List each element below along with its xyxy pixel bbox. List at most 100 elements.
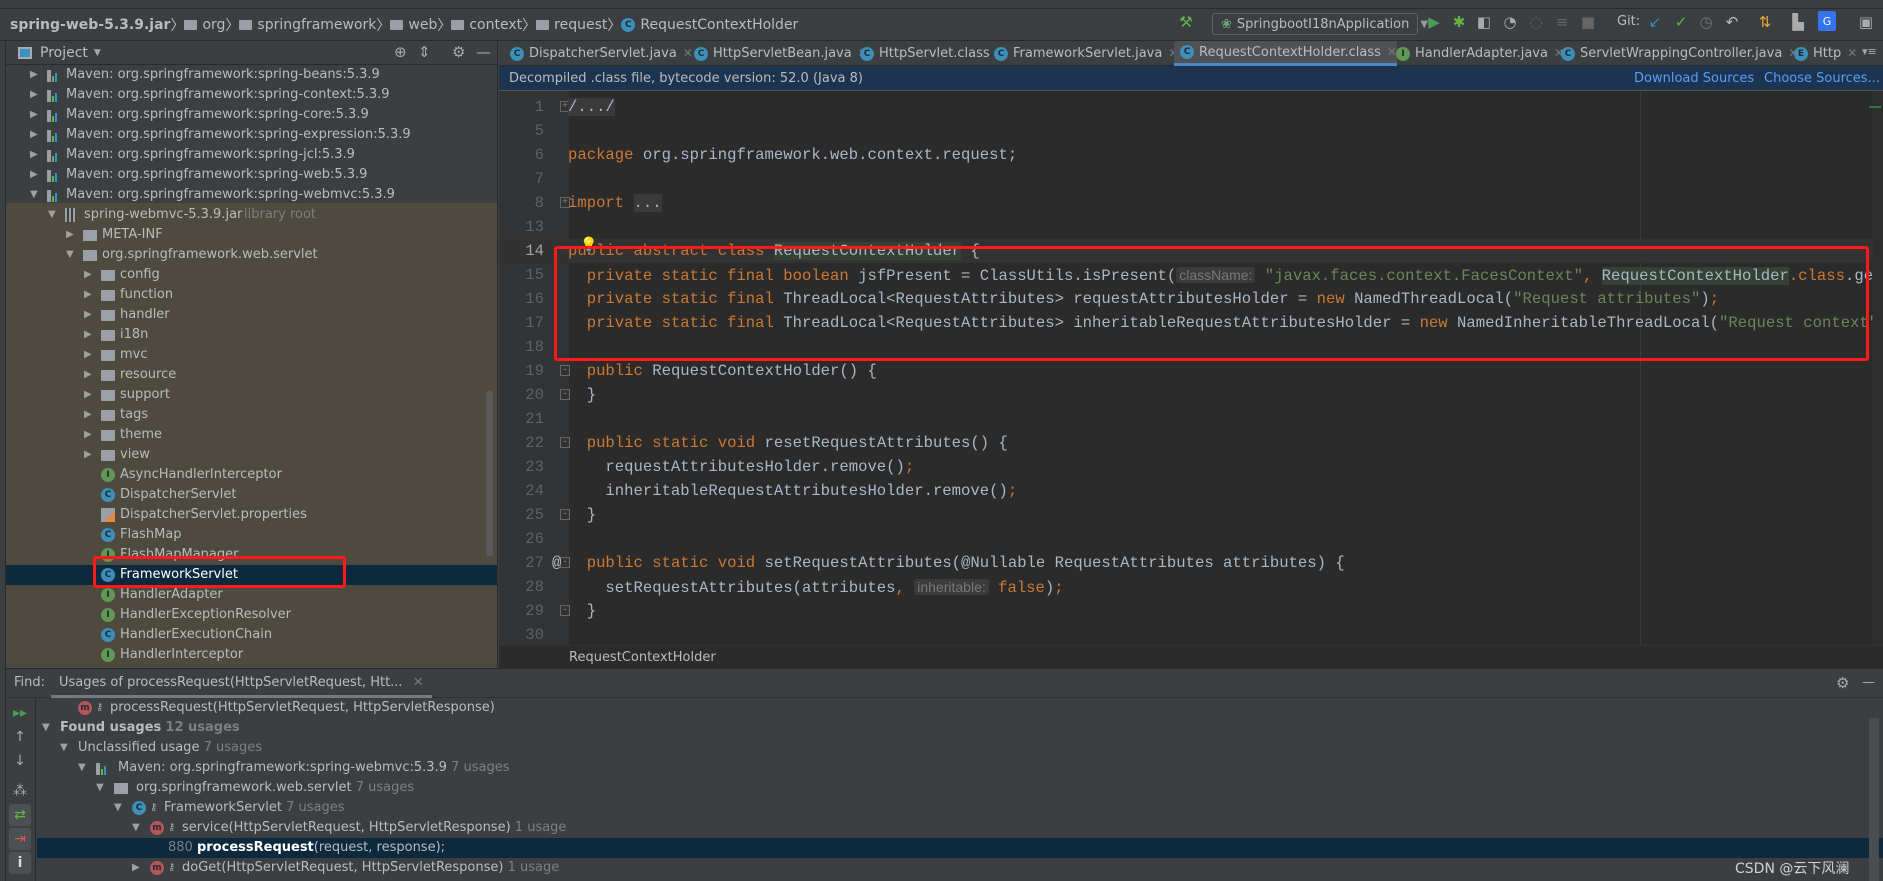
tree-item[interactable]: ▶ resource — [6, 365, 497, 385]
collapse-all-icon[interactable]: ⇕ — [418, 43, 431, 61]
attach-icon[interactable]: ◌ — [1526, 11, 1546, 33]
usage-row[interactable]: ▼ org.springframework.web.servlet 7 usage… — [37, 778, 1883, 798]
code-line[interactable]: 13 — [499, 215, 1883, 239]
tree-item[interactable]: C HandlerExecutionChain — [6, 625, 497, 645]
expanded-arrow-icon[interactable]: ▼ — [30, 185, 38, 205]
tree-item[interactable]: I AsyncHandlerInterceptor — [6, 465, 497, 485]
collapsed-arrow-icon[interactable]: ▶ — [30, 65, 38, 85]
tree-item[interactable]: C DispatcherServlet — [6, 485, 497, 505]
hammer-icon[interactable]: ⚒ — [1176, 11, 1196, 33]
choose-sources-link[interactable]: Choose Sources... — [1764, 66, 1880, 91]
stop-icon[interactable]: ■ — [1578, 11, 1598, 33]
tree-item[interactable]: ▶ handler — [6, 305, 497, 325]
collapsed-arrow-icon[interactable]: ▶ — [30, 125, 38, 145]
usage-row[interactable]: m ⚷ processRequest(HttpServletRequest, Htt… — [37, 698, 1883, 718]
step-icon[interactable]: ≡ — [1552, 11, 1572, 33]
history-icon[interactable]: ◷ — [1696, 11, 1716, 33]
expanded-arrow-icon[interactable]: ▼ — [132, 818, 140, 838]
tree-item[interactable]: ▼ spring-webmvc-5.3.9.jar library root — [6, 205, 497, 225]
collapsed-arrow-icon[interactable]: ▶ — [84, 425, 92, 445]
code-line[interactable]: 24 inheritableRequestAttributesHolder.re… — [499, 479, 1883, 503]
code-line[interactable]: 23 requestAttributesHolder.remove(); — [499, 455, 1883, 479]
group-icon[interactable]: ⁂ — [9, 780, 31, 802]
find-scrollbar[interactable] — [1869, 718, 1879, 881]
vcs-icon[interactable]: ⇅ — [1755, 11, 1775, 33]
close-tab-icon[interactable]: ✕ — [1847, 41, 1857, 66]
code-line[interactable]: 1 +/.../ — [499, 95, 1883, 119]
tree-item[interactable]: ▶ META-INF — [6, 225, 497, 245]
breadcrumb-item[interactable]: org — [184, 17, 225, 33]
tree-item[interactable]: ▶ Maven: org.springframework:spring-web:5… — [6, 165, 497, 185]
collapsed-arrow-icon[interactable]: ▶ — [30, 165, 38, 185]
usage-row[interactable]: ▼ Unclassified usage 7 usages — [37, 738, 1883, 758]
breadcrumb-item[interactable]: spring-web-5.3.9.jar — [10, 17, 170, 33]
editor-tab[interactable]: C DispatcherServlet.java ✕ — [504, 41, 693, 66]
project-scrollbar[interactable] — [486, 391, 493, 556]
code-line[interactable]: 26 — [499, 527, 1883, 551]
collapsed-arrow-icon[interactable]: ▶ — [84, 445, 92, 465]
override-marker-icon[interactable]: @ — [552, 551, 561, 575]
tree-item[interactable]: ▼ Maven: org.springframework:spring-webmv… — [6, 185, 497, 205]
tree-item[interactable]: ▶ Maven: org.springframework:spring-core:… — [6, 105, 497, 125]
collapsed-arrow-icon[interactable]: ▶ — [66, 225, 74, 245]
editor-scrollbar[interactable] — [1873, 91, 1883, 645]
editor-tab[interactable]: CHttpServlet.class✕ — [854, 41, 1006, 66]
editor-breadcrumb[interactable]: RequestContextHolder — [499, 645, 1883, 668]
collapsed-arrow-icon[interactable]: ▶ — [30, 105, 38, 125]
tree-item[interactable]: ▶ support — [6, 385, 497, 405]
collapsed-arrow-icon[interactable]: ▶ — [84, 305, 92, 325]
tree-item[interactable]: ▶ Maven: org.springframework:spring-jcl:5… — [6, 145, 497, 165]
code-editor[interactable]: 1 +/.../ 5 6 package org.springframework.web… — [499, 91, 1883, 645]
code-line[interactable]: 5 — [499, 119, 1883, 143]
merge-icon[interactable]: ⇄ — [9, 804, 31, 826]
tree-item[interactable]: I HandlerAdapter — [6, 585, 497, 605]
tree-item[interactable]: DispatcherServlet.properties — [6, 505, 497, 525]
tree-item[interactable]: ▶ Maven: org.springframework:spring-beans… — [6, 65, 497, 85]
translate-icon[interactable]: G — [1818, 11, 1836, 31]
close-icon[interactable]: ✕ — [413, 675, 424, 690]
debug-icon[interactable]: ✱ — [1449, 11, 1469, 33]
profile-icon[interactable]: ◔ — [1500, 11, 1520, 33]
code-line[interactable]: 21 — [499, 407, 1883, 431]
collapsed-arrow-icon[interactable]: ▶ — [84, 285, 92, 305]
collapsed-arrow-icon[interactable]: ▶ — [84, 385, 92, 405]
layout-icon[interactable]: ▣ — [1856, 11, 1876, 33]
git-commit-icon[interactable]: ✓ — [1671, 11, 1691, 33]
tab-list-icon[interactable]: ▾≡ — [1862, 45, 1877, 58]
locate-icon[interactable]: ⊕ — [394, 43, 407, 61]
collapsed-arrow-icon[interactable]: ▶ — [30, 145, 38, 165]
minimize-icon[interactable]: — — [1862, 669, 1875, 697]
info-icon[interactable]: i — [9, 852, 31, 874]
editor-tab[interactable]: CFrameworkServlet.java✕ — [988, 41, 1178, 66]
breadcrumb-item[interactable]: context — [451, 17, 522, 33]
run-icon[interactable]: ▶ — [1424, 11, 1444, 33]
tree-item[interactable]: ▶ theme — [6, 425, 497, 445]
expanded-arrow-icon[interactable]: ▼ — [114, 798, 122, 818]
code-line[interactable]: 29- } — [499, 599, 1883, 623]
find-usages-tab[interactable]: Usages of processRequest(HttpServletRequ… — [51, 669, 432, 698]
breadcrumb-item[interactable]: request — [536, 17, 607, 33]
code-line[interactable]: 8 + import ... — [499, 191, 1883, 215]
tree-item[interactable]: I HandlerExceptionResolver — [6, 605, 497, 625]
tree-item[interactable]: ▶ config — [6, 265, 497, 285]
tree-item[interactable]: ▼ org.springframework.web.servlet — [6, 245, 497, 265]
gear-icon[interactable]: ⚙ — [452, 43, 465, 61]
tree-item[interactable]: ▶ i18n — [6, 325, 497, 345]
usage-row[interactable]: ▼ Maven: org.springframework:spring-webmv… — [37, 758, 1883, 778]
code-line[interactable]: 19- public RequestContextHolder() { — [499, 359, 1883, 383]
expanded-arrow-icon[interactable]: ▼ — [60, 738, 68, 758]
code-line[interactable]: 6 package org.springframework.web.context… — [499, 143, 1883, 167]
structure-icon[interactable]: ▙ — [1788, 11, 1808, 33]
breadcrumb-item[interactable]: springframework — [239, 17, 376, 33]
code-line[interactable]: 20- } — [499, 383, 1883, 407]
collapsed-arrow-icon[interactable]: ▶ — [84, 265, 92, 285]
project-title[interactable]: Project — [40, 45, 88, 61]
breadcrumb-item[interactable]: C RequestContextHolder — [621, 17, 798, 33]
expanded-arrow-icon[interactable]: ▼ — [42, 718, 50, 738]
arrow-down-icon[interactable]: ↓ — [9, 750, 31, 772]
gear-icon[interactable]: ⚙ — [1836, 669, 1849, 697]
tree-item[interactable]: ▶ function — [6, 285, 497, 305]
tree-item[interactable]: ▶ Maven: org.springframework:spring-expre… — [6, 125, 497, 145]
usage-row[interactable]: ▼ m ⚷ service(HttpServletRequest, HttpServl… — [37, 818, 1883, 838]
usage-row[interactable]: ▶ m ⚷ doGet(HttpServletRequest, HttpServlet… — [37, 858, 1883, 878]
